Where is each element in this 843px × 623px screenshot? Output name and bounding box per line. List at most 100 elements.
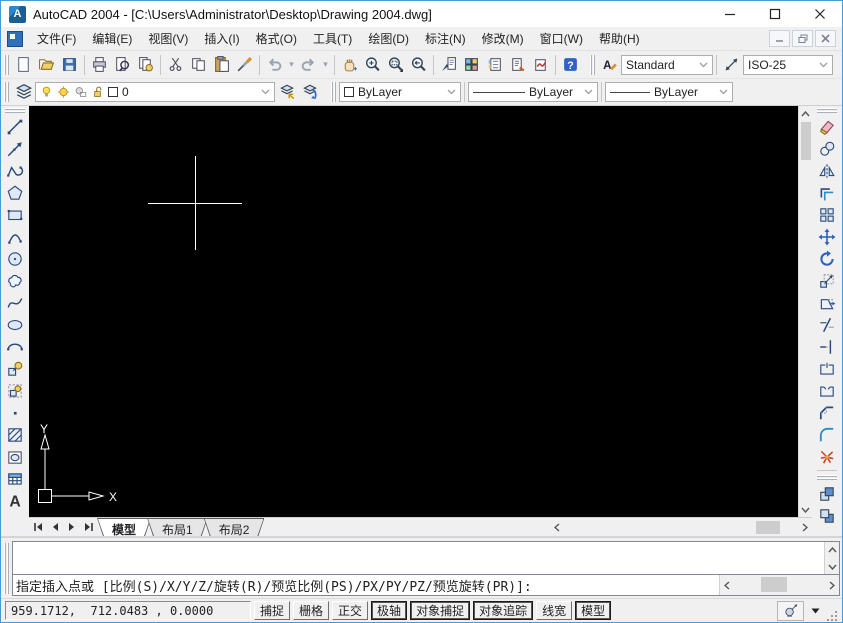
fillet-button[interactable] xyxy=(815,424,839,446)
toggle-grid[interactable]: 栅格 xyxy=(293,601,329,620)
arc-button[interactable] xyxy=(3,226,27,248)
point-button[interactable] xyxy=(3,402,27,424)
menu-window[interactable]: 窗口(W) xyxy=(532,27,591,50)
color-combo[interactable]: ByLayer xyxy=(339,82,461,102)
menu-insert[interactable]: 插入(I) xyxy=(196,27,247,50)
chamfer-button[interactable] xyxy=(815,402,839,424)
child-minimize-button[interactable] xyxy=(769,30,790,47)
multiline-text-button[interactable]: A xyxy=(3,490,27,512)
construction-line-button[interactable] xyxy=(3,138,27,160)
lineweight-combo[interactable]: ByLayer xyxy=(605,82,733,102)
close-button[interactable] xyxy=(797,1,842,27)
make-object-layer-current-button[interactable] xyxy=(275,81,298,104)
menu-tools[interactable]: 工具(T) xyxy=(305,27,360,50)
tab-last-button[interactable] xyxy=(80,518,97,536)
layer-combo[interactable]: 0 xyxy=(35,82,275,102)
toggle-snap[interactable]: 捕捉 xyxy=(254,601,290,620)
history-scroll-down-button[interactable] xyxy=(825,559,839,574)
linetype-combo[interactable]: ByLayer xyxy=(468,82,598,102)
toolbar-grip[interactable] xyxy=(4,82,9,102)
extend-button[interactable] xyxy=(815,336,839,358)
break-at-point-button[interactable] xyxy=(815,358,839,380)
revision-cloud-button[interactable] xyxy=(3,270,27,292)
zoom-realtime-button[interactable] xyxy=(361,53,384,76)
tab-layout2[interactable]: 布局2 xyxy=(205,519,264,536)
explode-button[interactable] xyxy=(815,446,839,468)
plot-button[interactable] xyxy=(88,53,111,76)
make-block-button[interactable] xyxy=(3,380,27,402)
zoom-previous-button[interactable] xyxy=(407,53,430,76)
toolbar-grip[interactable] xyxy=(5,108,25,113)
insert-block-button[interactable] xyxy=(3,358,27,380)
ellipse-button[interactable] xyxy=(3,314,27,336)
scale-button[interactable] xyxy=(815,270,839,292)
properties-button[interactable] xyxy=(437,53,460,76)
command-history-scrollbar[interactable] xyxy=(824,542,839,574)
copy-object-button[interactable] xyxy=(815,138,839,160)
text-style-combo[interactable]: Standard xyxy=(621,55,713,75)
region-button[interactable] xyxy=(3,446,27,468)
tab-first-button[interactable] xyxy=(29,518,46,536)
vertical-scrollbar[interactable] xyxy=(798,106,812,517)
tab-layout1[interactable]: 布局1 xyxy=(148,519,207,536)
command-input-scrollbar[interactable] xyxy=(719,575,839,595)
open-button[interactable] xyxy=(35,53,58,76)
copy-button[interactable] xyxy=(187,53,210,76)
window-resize-grip[interactable] xyxy=(826,610,838,622)
pan-realtime-button[interactable] xyxy=(338,53,361,76)
scroll-down-button[interactable] xyxy=(799,502,813,517)
toolbar-grip[interactable] xyxy=(4,55,9,75)
horizontal-scroll-thumb[interactable] xyxy=(756,521,780,534)
match-properties-button[interactable] xyxy=(233,53,256,76)
tab-next-button[interactable] xyxy=(63,518,80,536)
send-to-back-button[interactable] xyxy=(815,505,839,527)
minimize-button[interactable] xyxy=(707,1,752,27)
drawing-canvas[interactable]: Y X xyxy=(29,106,798,517)
rectangle-button[interactable] xyxy=(3,204,27,226)
scroll-left-button[interactable] xyxy=(550,520,564,535)
zoom-window-button[interactable] xyxy=(384,53,407,76)
communication-center-button[interactable] xyxy=(777,601,804,621)
designcenter-button[interactable] xyxy=(460,53,483,76)
rotate-button[interactable] xyxy=(815,248,839,270)
toggle-model[interactable]: 模型 xyxy=(575,601,611,620)
command-input-line[interactable]: 指定插入点或 [比例(S)/X/Y/Z/旋转(R)/预览比例(PS)/PX/PY… xyxy=(13,574,839,595)
plot-preview-button[interactable] xyxy=(111,53,134,76)
layer-previous-button[interactable] xyxy=(298,81,321,104)
mirror-button[interactable] xyxy=(815,160,839,182)
dim-style-combo[interactable]: ISO-25 xyxy=(743,55,833,75)
toggle-lineweight[interactable]: 线宽 xyxy=(536,601,572,620)
dim-style-button[interactable] xyxy=(720,53,743,76)
menu-view[interactable]: 视图(V) xyxy=(140,27,196,50)
toggle-otrack[interactable]: 对象追踪 xyxy=(473,601,533,620)
markup-set-manager-button[interactable] xyxy=(529,53,552,76)
horizontal-scrollbar[interactable] xyxy=(550,518,812,536)
vertical-scroll-thumb[interactable] xyxy=(801,122,811,160)
coordinate-readout[interactable]: 959.1712, 712.0483 , 0.0000 xyxy=(5,601,251,620)
publish-button[interactable] xyxy=(134,53,157,76)
array-button[interactable] xyxy=(815,204,839,226)
menu-modify[interactable]: 修改(M) xyxy=(474,27,532,50)
layer-manager-button[interactable] xyxy=(12,81,35,104)
polygon-button[interactable] xyxy=(3,182,27,204)
child-restore-button[interactable] xyxy=(792,30,813,47)
break-button[interactable] xyxy=(815,380,839,402)
tab-prev-button[interactable] xyxy=(46,518,63,536)
toggle-polar[interactable]: 极轴 xyxy=(371,601,407,620)
paste-button[interactable] xyxy=(210,53,233,76)
ellipse-arc-button[interactable] xyxy=(3,336,27,358)
move-button[interactable] xyxy=(815,226,839,248)
scroll-right-button[interactable] xyxy=(798,520,812,535)
line-button[interactable] xyxy=(3,116,27,138)
stretch-button[interactable] xyxy=(815,292,839,314)
erase-button[interactable] xyxy=(815,116,839,138)
menu-file[interactable]: 文件(F) xyxy=(29,27,84,50)
toggle-osnap[interactable]: 对象捕捉 xyxy=(410,601,470,620)
toolbar-grip[interactable] xyxy=(817,108,837,113)
sheet-set-manager-button[interactable] xyxy=(506,53,529,76)
tab-model[interactable]: 模型 xyxy=(98,519,150,536)
help-button[interactable]: ? xyxy=(559,53,582,76)
hatch-button[interactable] xyxy=(3,424,27,446)
menu-format[interactable]: 格式(O) xyxy=(248,27,305,50)
child-close-button[interactable] xyxy=(815,30,836,47)
